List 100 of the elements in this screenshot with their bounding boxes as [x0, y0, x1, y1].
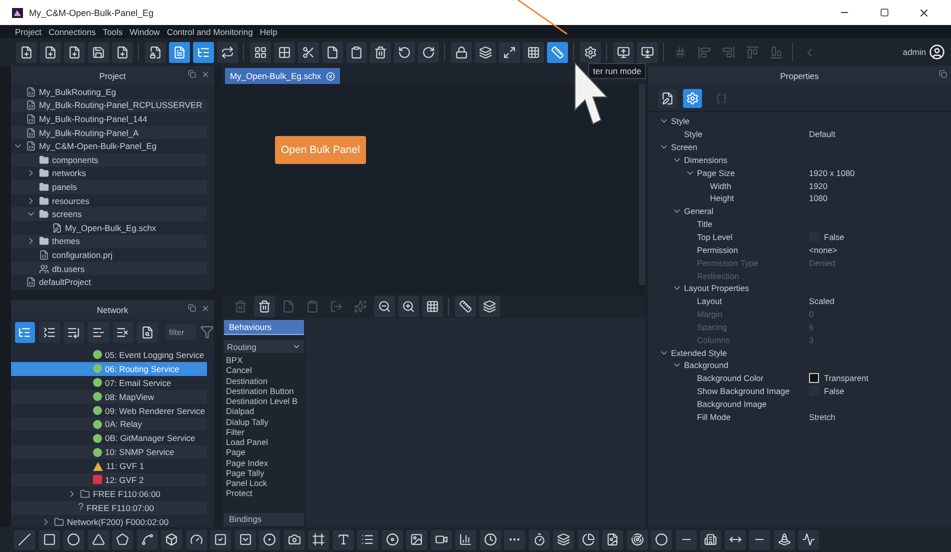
- property-label: Show Background Image: [697, 386, 790, 396]
- question-mark-icon: ?: [78, 502, 84, 514]
- document-tab[interactable]: My_Open-Bulk_Eg.schx: [225, 68, 340, 84]
- tree-item-label: Network(F200) F000:02:00: [67, 516, 169, 527]
- property-label: Top Level: [697, 232, 733, 242]
- property-value: 1920: [809, 180, 828, 191]
- tree-item[interactable]: My_C&M-Open-Bulk-Panel_Eg: [39, 141, 157, 152]
- tree-item-label: 08: MapView: [105, 392, 154, 402]
- property-label: Title: [697, 219, 712, 230]
- tree-item-label: FREE F110:06:00: [93, 488, 160, 499]
- tree-item-label: 12: GVF 2: [105, 474, 144, 485]
- network-tree-row[interactable]: ? FREE F110:07:00: [11, 500, 207, 515]
- property-label: Background Image: [697, 398, 767, 409]
- property-value: 0: [809, 309, 814, 320]
- property-label: Columns: [697, 334, 730, 345]
- property-label: Screen: [671, 142, 698, 152]
- tree-item-label: 05: Event Logging Service: [105, 350, 204, 360]
- palette-item[interactable]: Dialpad: [226, 406, 304, 416]
- palette-item[interactable]: Destination Level B: [226, 396, 304, 406]
- category-dropdown[interactable]: Routing: [224, 340, 304, 353]
- property-label: Spacing: [697, 322, 727, 332]
- property-value: Default: [809, 129, 836, 140]
- tree-item[interactable]: themes: [52, 236, 80, 246]
- property-label: Extended Style: [671, 348, 727, 358]
- palette-item[interactable]: Page Index: [226, 458, 304, 468]
- property-value: Transparent: [824, 373, 868, 384]
- menu-item[interactable]: Tools: [102, 26, 123, 36]
- menu-item[interactable]: Control and Monitoring: [166, 26, 253, 36]
- tree-item[interactable]: My_BulkRouting_Eg: [39, 86, 116, 97]
- tree-item[interactable]: panels: [52, 182, 78, 192]
- palette-item[interactable]: Destination: [226, 376, 304, 386]
- filter-field[interactable]: filter: [166, 324, 196, 340]
- menu-item[interactable]: Connections: [48, 26, 96, 36]
- network-tree-row[interactable]: 05: Event Logging Service: [11, 348, 207, 362]
- property-value: <none>: [809, 244, 838, 255]
- palette-section[interactable]: Behaviours: [224, 320, 304, 335]
- property-label: Permission Type: [697, 258, 758, 268]
- network-tree-row[interactable]: 09: Web Renderer Service: [11, 404, 207, 418]
- tree-item[interactable]: components: [52, 154, 98, 165]
- menu-item[interactable]: Project: [15, 26, 42, 36]
- network-tree-row[interactable]: Network(F200) F000:02:00: [11, 514, 207, 527]
- window-title: My_C&M-Open-Bulk-Panel_Eg: [29, 8, 155, 18]
- property-label: Background Color: [697, 373, 764, 384]
- tooltip: ter run mode: [588, 63, 646, 79]
- palette-item[interactable]: Page: [226, 447, 304, 458]
- network-tree-row[interactable]: 11: GVF 1: [11, 459, 207, 474]
- tree-item[interactable]: screens: [52, 209, 82, 220]
- property-label: Redirection: [697, 270, 739, 281]
- property-value: False: [824, 386, 844, 396]
- palette-section[interactable]: Bindings: [224, 513, 304, 526]
- palette-item[interactable]: Filter: [226, 426, 304, 437]
- network-tree-row[interactable]: 0B: GitManager Service: [11, 431, 207, 446]
- tree-item-label: 06: Routing Service: [105, 364, 180, 374]
- tree-item-label: FREE F110:07:00: [86, 502, 154, 513]
- property-label: Fill Mode: [697, 412, 731, 422]
- property-label: Background: [684, 360, 728, 370]
- palette-item[interactable]: Load Panel: [226, 437, 304, 448]
- tree-item[interactable]: My_Bulk-Routing-Panel_144: [39, 114, 148, 124]
- tree-item[interactable]: defaultProject: [39, 277, 91, 288]
- property-label: Page Size: [697, 168, 735, 178]
- property-value: 1920 x 1080: [809, 168, 855, 178]
- tree-item[interactable]: My_Open-Bulk_Eg.schx: [65, 222, 156, 233]
- tree-item-label: 07: Email Service: [105, 378, 172, 388]
- property-label: Margin: [697, 309, 722, 320]
- palette-item[interactable]: BPX: [226, 355, 304, 366]
- property-value: 1080: [809, 193, 828, 204]
- property-label: Height: [710, 193, 734, 204]
- property-label: Dimensions: [684, 154, 728, 165]
- property-value: Stretch: [809, 412, 836, 422]
- palette-item[interactable]: Destination Button: [226, 386, 304, 396]
- network-tree-row[interactable]: FREE F110:06:00: [11, 486, 207, 501]
- property-label: Width: [710, 180, 732, 191]
- menu-item[interactable]: Window: [130, 26, 160, 36]
- network-tree-row[interactable]: 08: MapView: [11, 390, 207, 404]
- property-value: Scaled: [809, 296, 834, 306]
- tree-item[interactable]: networks: [52, 168, 86, 178]
- palette-item[interactable]: Panel Lock: [226, 478, 304, 488]
- property-label: General: [684, 206, 714, 216]
- panel-title: Properties: [780, 70, 819, 80]
- tree-item-label: 0A: Relay: [105, 419, 142, 430]
- tree-item-label: 11: GVF 1: [106, 461, 144, 472]
- tree-item[interactable]: resources: [52, 196, 90, 206]
- property-value: False: [824, 232, 844, 242]
- property-value: 6: [809, 322, 814, 332]
- network-tree-row[interactable]: 07: Email Service: [11, 376, 207, 390]
- palette-item[interactable]: Protect: [226, 488, 304, 498]
- tree-item[interactable]: configuration.prj: [52, 250, 112, 260]
- palette-item[interactable]: Dialup Tally: [226, 416, 304, 427]
- property-value: 3: [809, 334, 814, 345]
- palette-item[interactable]: Cancel: [226, 365, 304, 376]
- tree-item[interactable]: db.users: [52, 264, 85, 274]
- network-tree-row[interactable]: 12: GVF 2: [11, 473, 207, 487]
- property-label: Layout: [697, 296, 722, 306]
- network-tree-row[interactable]: 10: SNMP Service: [11, 445, 207, 460]
- tree-item-label: 10: SNMP Service: [105, 447, 174, 458]
- network-tree-row[interactable]: 0A: Relay: [11, 417, 207, 432]
- menu-item[interactable]: Help: [260, 26, 278, 36]
- palette-item[interactable]: Page Tally: [226, 468, 304, 478]
- property-label: Style: [671, 116, 690, 126]
- tree-item-label: 0B: GitManager Service: [105, 433, 196, 444]
